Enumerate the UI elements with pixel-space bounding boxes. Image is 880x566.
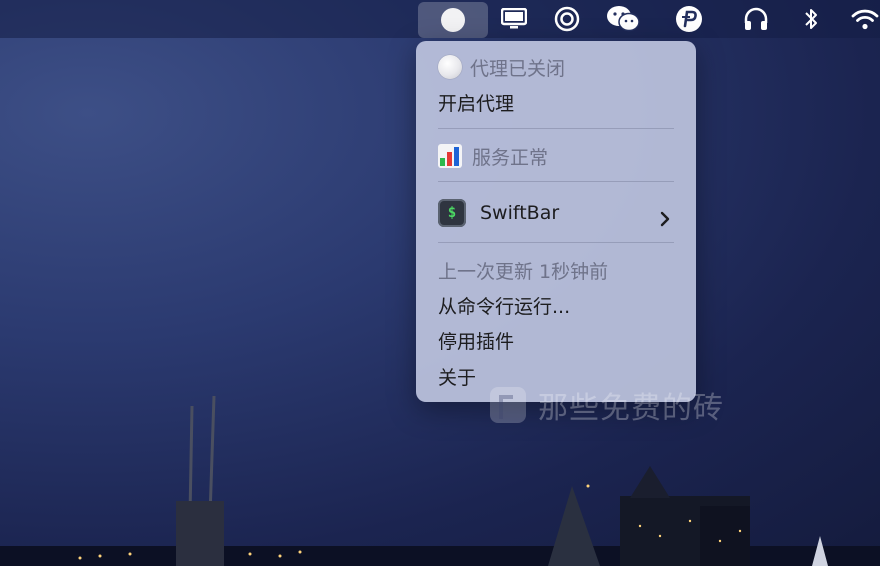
target-icon[interactable] — [549, 0, 585, 38]
service-status-item: 服务正常 — [438, 141, 548, 171]
proxy-status-label: 代理已关闭 — [470, 57, 566, 80]
service-status-label: 服务正常 — [472, 146, 549, 169]
disable-plugin-item[interactable]: 停用插件 — [438, 325, 514, 355]
swiftbar-dropdown-menu: 代理已关闭 开启代理 服务正常 $ SwiftBar 上一次更新 1秒钟前 从命… — [416, 41, 696, 402]
run-from-cli-item[interactable]: 从命令行运行... — [438, 290, 570, 320]
chevron-right-icon — [660, 204, 674, 234]
proxy-status-item: 代理已关闭 — [438, 52, 565, 82]
wifi-icon[interactable] — [850, 0, 880, 38]
menu-divider — [438, 128, 674, 129]
watermark-text: 那些免费的砖 — [538, 391, 724, 426]
swiftbar-submenu-item[interactable]: $ SwiftBar — [438, 198, 559, 228]
about-label: 关于 — [438, 366, 477, 389]
watermark-logo-icon — [490, 387, 526, 423]
bluetooth-icon[interactable] — [796, 0, 826, 38]
city-skyline — [0, 395, 880, 566]
bar-chart-icon — [438, 144, 462, 168]
display-icon[interactable] — [496, 0, 532, 38]
menu-bar — [0, 0, 880, 38]
wechat-icon[interactable] — [603, 0, 643, 38]
swiftbar-app-icon: $ — [438, 199, 466, 227]
last-update-item: 上一次更新 1秒钟前 — [438, 255, 608, 285]
proxy-p-icon[interactable] — [671, 0, 707, 38]
watermark: 那些免费的砖 — [490, 383, 724, 427]
status-dot-icon — [438, 55, 462, 79]
run-from-cli-label: 从命令行运行... — [438, 295, 571, 318]
menu-divider — [438, 242, 674, 243]
status-dot-icon[interactable] — [418, 2, 488, 38]
headphones-icon[interactable] — [738, 0, 774, 38]
last-update-label: 上一次更新 1秒钟前 — [438, 260, 609, 283]
enable-proxy-item[interactable]: 开启代理 — [438, 87, 514, 117]
menu-divider — [438, 181, 674, 182]
about-item[interactable]: 关于 — [438, 361, 476, 391]
disable-plugin-label: 停用插件 — [438, 330, 515, 353]
swiftbar-label: SwiftBar — [480, 202, 560, 224]
enable-proxy-label: 开启代理 — [438, 92, 515, 115]
